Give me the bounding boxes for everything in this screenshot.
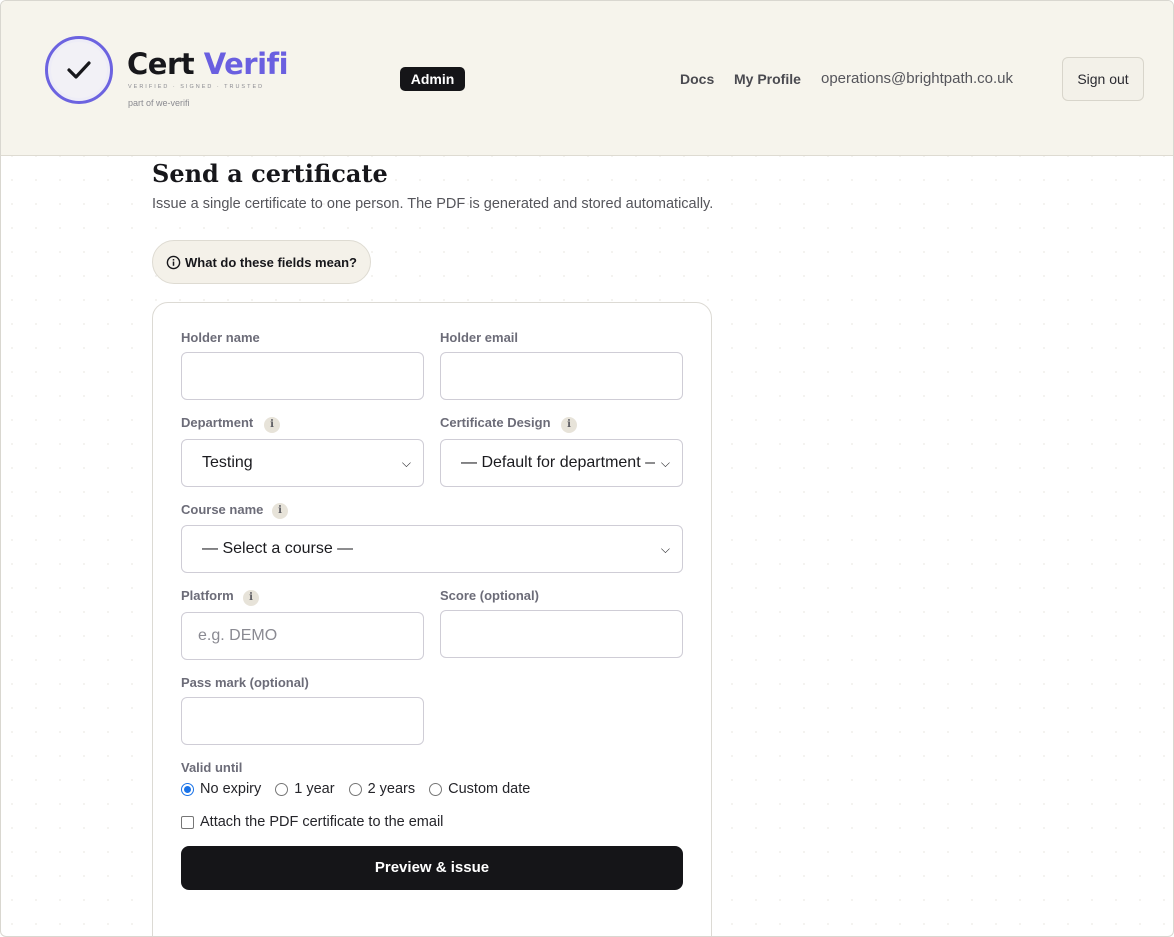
design-label: Certificate Design [440, 415, 551, 430]
valid-until-radio-group: No expiry 1 year 2 years Custom date [181, 781, 544, 797]
department-info-icon[interactable]: i [264, 417, 280, 433]
page-subtitle: Issue a single certificate to one person… [152, 196, 714, 212]
pass-mark-input[interactable] [181, 697, 424, 745]
radio-label: 1 year [294, 781, 335, 797]
course-label: Course name [181, 502, 264, 517]
logo-check-icon[interactable] [45, 36, 113, 104]
brand-tagline: VERIFIED · SIGNED · TRUSTED [128, 84, 265, 90]
design-selected: — Default for department — [461, 454, 655, 471]
course-info-icon[interactable]: i [272, 503, 288, 519]
attach-pdf-checkbox[interactable] [181, 815, 194, 829]
design-select[interactable]: — Default for department — ⌵ [440, 439, 683, 487]
radio-indicator[interactable] [181, 782, 194, 796]
valid-until-label: Valid until [181, 760, 243, 775]
brand-part-of: part of we-verifi [128, 98, 190, 108]
holder-email-input[interactable] [440, 352, 683, 400]
department-selected: Testing [202, 454, 253, 471]
admin-badge: Admin [400, 67, 465, 91]
platform-input[interactable] [181, 612, 424, 660]
holder-name-input[interactable] [181, 352, 424, 400]
radio-indicator[interactable] [429, 782, 443, 796]
brand-part-2: Verifi [203, 47, 289, 81]
user-email: operations@brightpath.co.uk [821, 70, 1014, 87]
radio-no-expiry[interactable]: No expiry [181, 781, 261, 797]
chevron-down-icon: ⌵ [660, 455, 670, 470]
top-header: Cert Verifi VERIFIED · SIGNED · TRUSTED … [1, 1, 1173, 156]
department-label: Department [181, 415, 254, 430]
platform-info-icon[interactable]: i [243, 590, 259, 606]
course-select[interactable]: — Select a course — ⌵ [181, 525, 683, 573]
attach-pdf-checkbox-row[interactable]: Attach the PDF certificate to the email [181, 814, 443, 830]
app-window: Cert Verifi VERIFIED · SIGNED · TRUSTED … [0, 0, 1174, 937]
holder-email-label: Holder email [440, 330, 519, 345]
sign-out-button[interactable]: Sign out [1062, 57, 1144, 101]
info-icon [166, 255, 181, 269]
platform-label: Platform [181, 588, 234, 603]
radio-label: 2 years [367, 781, 416, 797]
radio-label: Custom date [448, 781, 531, 797]
score-input[interactable] [440, 610, 683, 658]
radio-2-years[interactable]: 2 years [348, 781, 416, 797]
radio-1-year[interactable]: 1 year [275, 781, 335, 797]
design-info-icon[interactable]: i [561, 417, 577, 433]
department-select[interactable]: Testing ⌵ [181, 439, 424, 487]
course-selected: — Select a course — [202, 540, 354, 557]
radio-custom-date[interactable]: Custom date [429, 781, 530, 797]
radio-label: No expiry [200, 781, 262, 797]
holder-name-label: Holder name [181, 330, 260, 345]
radio-indicator[interactable] [275, 782, 289, 796]
chevron-down-icon: ⌵ [401, 455, 411, 470]
chevron-down-icon: ⌵ [660, 541, 670, 556]
brand-name[interactable]: Cert Verifi [127, 47, 289, 81]
fields-help-label: What do these fields mean? [185, 254, 357, 270]
fields-help-button[interactable]: What do these fields mean? [152, 240, 371, 284]
nav-docs-link[interactable]: Docs [680, 71, 714, 87]
preview-issue-button[interactable]: Preview & issue [181, 846, 683, 890]
attach-pdf-label: Attach the PDF certificate to the email [200, 814, 444, 830]
pass-mark-label: Pass mark (optional) [181, 675, 309, 690]
page-title: Send a certificate [152, 159, 388, 188]
nav-profile-link[interactable]: My Profile [734, 71, 801, 87]
radio-indicator[interactable] [348, 782, 362, 796]
score-label: Score (optional) [440, 588, 539, 603]
brand-part-1: Cert [127, 47, 195, 81]
